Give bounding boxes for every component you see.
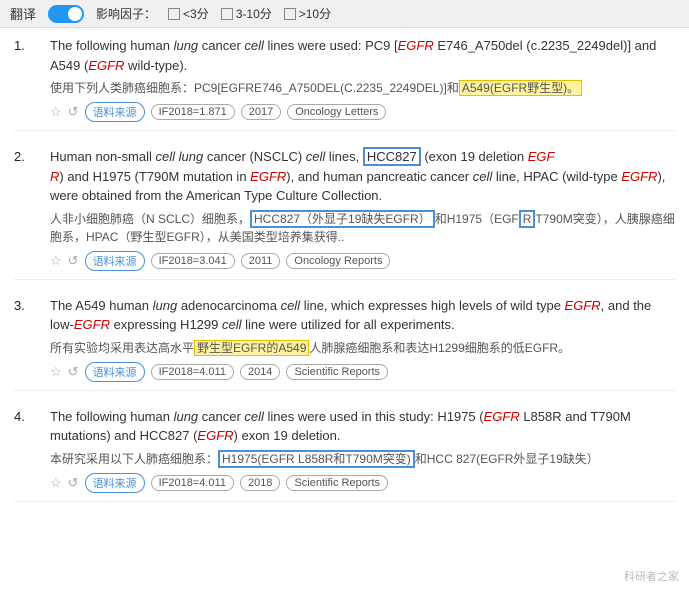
source-tag-3[interactable]: 语料来源 [85, 362, 145, 382]
watermark: 科研者之家 [624, 568, 679, 584]
header-bar: 翻译 影响因子： <3分 3-10分 >10分 [0, 0, 689, 28]
refresh-icon-1[interactable]: ↺ [68, 104, 79, 120]
if-option-3-10-label: 3-10分 [236, 5, 272, 22]
result-en-text-3: The A549 human lung adenocarcinoma cell … [50, 296, 675, 335]
journal-tag-3[interactable]: Scientific Reports [286, 364, 388, 380]
star-icon-4[interactable]: ☆ [50, 475, 62, 491]
checkbox-gt10[interactable] [284, 8, 296, 20]
result-meta-3: ☆ ↺ 语料来源 IF2018=4.011 2014 Scientific Re… [50, 362, 675, 382]
if-tag-3[interactable]: IF2018=4.011 [151, 364, 234, 380]
result-zh-text-4: 本研究采用以下人肺癌细胞系：H1975(EGFR L858R和T790M突变)和… [50, 450, 675, 468]
if-option-3[interactable]: >10分 [284, 5, 331, 22]
year-tag-2[interactable]: 2011 [241, 253, 281, 269]
results-container: 1. The following human lung cancer cell … [0, 28, 689, 532]
result-en-text-4: The following human lung cancer cell lin… [50, 407, 675, 446]
if-option-lt3-label: <3分 [183, 5, 209, 22]
source-tag-2[interactable]: 语料来源 [85, 251, 145, 271]
year-tag-3[interactable]: 2014 [240, 364, 280, 380]
result-en-text-1: The following human lung cancer cell lin… [50, 36, 675, 75]
if-option-gt10-label: >10分 [299, 5, 331, 22]
refresh-icon-2[interactable]: ↺ [68, 253, 79, 269]
if-option-1[interactable]: <3分 [168, 5, 209, 22]
journal-tag-1[interactable]: Oncology Letters [287, 104, 386, 120]
if-label: 影响因子： [96, 5, 156, 22]
checkbox-lt3[interactable] [168, 8, 180, 20]
if-option-2[interactable]: 3-10分 [221, 5, 272, 22]
translate-toggle[interactable] [48, 5, 84, 23]
result-zh-text-3: 所有实验均采用表达高水平野生型EGFR的A549人肺腺癌细胞系和表达H1299细… [50, 339, 675, 357]
if-tag-2[interactable]: IF2018=3.041 [151, 253, 235, 269]
result-number-1: 1. [14, 36, 32, 122]
toggle-knob [68, 7, 82, 21]
result-en-text-2: Human non-small cell lung cancer (NSCLC)… [50, 147, 675, 206]
result-item-1: 1. The following human lung cancer cell … [14, 36, 675, 131]
if-tag-1[interactable]: IF2018=1.871 [151, 104, 235, 120]
source-tag-4[interactable]: 语料来源 [85, 473, 145, 493]
refresh-icon-3[interactable]: ↺ [68, 364, 79, 380]
star-icon-1[interactable]: ☆ [50, 104, 62, 120]
result-number-3: 3. [14, 296, 32, 382]
if-tag-4[interactable]: IF2018=4.011 [151, 475, 234, 491]
source-tag-1[interactable]: 语料来源 [85, 102, 145, 122]
translate-label: 翻译 [10, 4, 36, 23]
result-meta-2: ☆ ↺ 语料来源 IF2018=3.041 2011 Oncology Repo… [50, 251, 675, 271]
year-tag-4[interactable]: 2018 [240, 475, 280, 491]
star-icon-3[interactable]: ☆ [50, 364, 62, 380]
journal-tag-4[interactable]: Scientific Reports [286, 475, 388, 491]
refresh-icon-4[interactable]: ↺ [68, 475, 79, 491]
result-number-4: 4. [14, 407, 32, 493]
result-item-4: 4. The following human lung cancer cell … [14, 407, 675, 502]
result-item-2: 2. Human non-small cell lung cancer (NSC… [14, 147, 675, 280]
checkbox-3-10[interactable] [221, 8, 233, 20]
result-meta-1: ☆ ↺ 语料来源 IF2018=1.871 2017 Oncology Lett… [50, 102, 675, 122]
result-number-2: 2. [14, 147, 32, 271]
result-zh-text-1: 使用下列人类肺癌细胞系：PC9[EGFRE746_A750DEL(C.2235_… [50, 79, 675, 97]
result-meta-4: ☆ ↺ 语料来源 IF2018=4.011 2018 Scientific Re… [50, 473, 675, 493]
year-tag-1[interactable]: 2017 [241, 104, 281, 120]
star-icon-2[interactable]: ☆ [50, 253, 62, 269]
result-item-3: 3. The A549 human lung adenocarcinoma ce… [14, 296, 675, 391]
result-zh-text-2: 人非小细胞肺癌（N SCLC）细胞系，HCC827（外显子19缺失EGFR）和H… [50, 210, 675, 246]
journal-tag-2[interactable]: Oncology Reports [286, 253, 390, 269]
